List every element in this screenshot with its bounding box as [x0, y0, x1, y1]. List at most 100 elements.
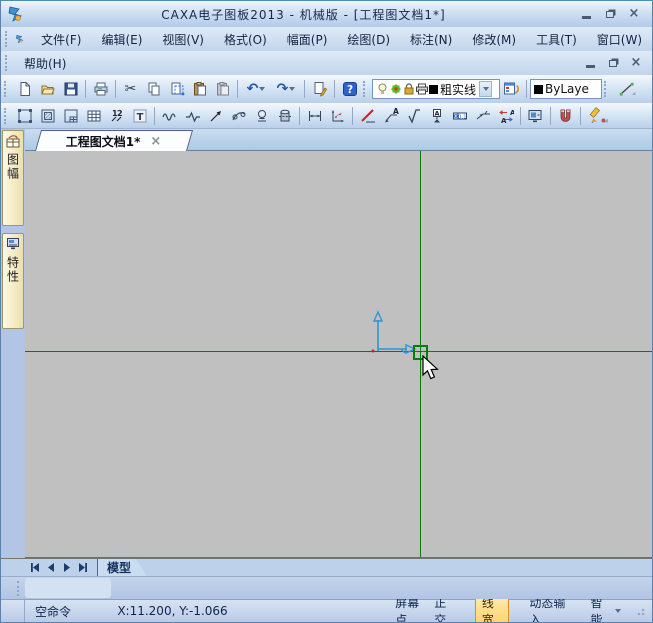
close-button[interactable]: ×: [626, 7, 642, 21]
command-input[interactable]: [25, 578, 111, 598]
prev-page-button[interactable]: [43, 560, 58, 575]
last-page-button[interactable]: [75, 560, 90, 575]
menu-dimension[interactable]: 标注(N): [400, 28, 462, 51]
sheet-tab-bar: 模型: [1, 558, 652, 576]
chamfer-dimension-button[interactable]: [356, 105, 379, 127]
command-bar-grip[interactable]: [17, 581, 19, 596]
print-button[interactable]: [89, 78, 112, 100]
snap-settings-button[interactable]: [554, 105, 577, 127]
first-page-icon: [30, 563, 40, 572]
serial-number-button[interactable]: 12: [105, 105, 128, 127]
layer-settings-button[interactable]: [500, 78, 523, 100]
first-page-button[interactable]: [27, 560, 42, 575]
tolerance-button[interactable]: 0.1: [448, 105, 471, 127]
sheet-toolbar-grip[interactable]: [4, 108, 8, 124]
color-combo[interactable]: ByLaye: [530, 79, 602, 99]
arrow-button[interactable]: [204, 105, 227, 127]
double-fold-line-button[interactable]: [181, 105, 204, 127]
selective-paste-button[interactable]: [211, 78, 234, 100]
layer-toolbar-grip[interactable]: [363, 81, 367, 97]
undo-button[interactable]: ↶: [241, 78, 271, 100]
menu-edit[interactable]: 编辑(E): [91, 28, 152, 51]
sidebar-tab-properties-label: 特性: [5, 256, 22, 284]
menu-file[interactable]: 文件(F): [31, 28, 91, 51]
open-file-icon: [40, 81, 56, 97]
redo-button[interactable]: ↷: [271, 78, 301, 100]
load-frame-button[interactable]: [36, 105, 59, 127]
last-page-icon: [78, 563, 88, 572]
layer-combo[interactable]: 粗实线: [372, 79, 500, 99]
leader-note-icon: A: [383, 108, 399, 124]
parameter-table-button[interactable]: [82, 105, 105, 127]
formula-curve-button[interactable]: [227, 105, 250, 127]
minimize-icon: [582, 16, 591, 19]
leader-note-button[interactable]: A: [379, 105, 402, 127]
menu-modify[interactable]: 修改(M): [462, 28, 526, 51]
command-bar[interactable]: [1, 576, 652, 599]
open-file-button[interactable]: [36, 78, 59, 100]
menu-draw[interactable]: 绘图(D): [337, 28, 400, 51]
mdi-minimize-button[interactable]: [582, 56, 598, 70]
style-manager-button[interactable]: [584, 105, 614, 127]
svg-text:2: 2: [117, 109, 123, 118]
wave-line-button[interactable]: [158, 105, 181, 127]
menubar-grip[interactable]: [5, 31, 8, 47]
minimize-button[interactable]: [578, 7, 594, 21]
gear-button[interactable]: [273, 105, 296, 127]
save-file-button[interactable]: [59, 78, 82, 100]
help-button[interactable]: ?: [338, 78, 361, 100]
layer-combo-dropdown[interactable]: [479, 81, 492, 97]
format-painter-button[interactable]: [308, 78, 331, 100]
paste-button[interactable]: [188, 78, 211, 100]
menu-help[interactable]: 帮助(H): [14, 52, 76, 75]
svg-text:A: A: [510, 109, 514, 117]
cut-button[interactable]: ✂: [119, 78, 142, 100]
sidebar-tab-sheet[interactable]: 图幅: [2, 130, 24, 226]
dimension-edit-button[interactable]: AA: [494, 105, 517, 127]
layer-settings-icon: [503, 81, 520, 97]
svg-text:?: ?: [346, 84, 352, 96]
restore-button[interactable]: [602, 7, 618, 21]
new-file-button[interactable]: [13, 78, 36, 100]
mdi-restore-button[interactable]: [605, 56, 621, 70]
document-tab[interactable]: 工程图文档1* ×: [35, 130, 193, 151]
menu-tools[interactable]: 工具(T): [526, 28, 587, 51]
model-tab[interactable]: 模型: [97, 559, 147, 577]
menubar2-grip[interactable]: [5, 55, 9, 71]
coordinate-dimension-button[interactable]: [326, 105, 349, 127]
undo-dropdown-icon[interactable]: [259, 87, 265, 91]
standard-toolbar-grip[interactable]: [4, 81, 8, 97]
copy-with-basepoint-button[interactable]: [165, 78, 188, 100]
dimension-button[interactable]: [303, 105, 326, 127]
menu-window[interactable]: 窗口(W): [587, 28, 652, 51]
next-page-button[interactable]: [59, 560, 74, 575]
hole-axis-button[interactable]: [250, 105, 273, 127]
drawing-canvas[interactable]: [25, 151, 652, 558]
smart-snap-dropdown-icon[interactable]: [615, 609, 621, 613]
arrow-icon: [208, 108, 224, 124]
roughness-icon: [406, 108, 422, 124]
roughness-button[interactable]: [402, 105, 425, 127]
title-block-button[interactable]: [59, 105, 82, 127]
copy-button[interactable]: [142, 78, 165, 100]
two-point-line-button[interactable]: [613, 78, 641, 100]
status-command: 空命令: [25, 603, 117, 620]
resize-grip-icon[interactable]: [637, 606, 646, 616]
menu-format[interactable]: 格式(O): [214, 28, 277, 51]
technical-requirements-button[interactable]: T: [128, 105, 151, 127]
weld-symbol-button[interactable]: [471, 105, 494, 127]
menu-sheet[interactable]: 幅面(P): [277, 28, 338, 51]
layer-color-swatch: [429, 85, 438, 94]
mdi-minimize-icon: [586, 65, 595, 68]
document-tab-close-icon[interactable]: ×: [151, 134, 162, 149]
mdi-close-button[interactable]: ×: [628, 56, 644, 70]
menu-view[interactable]: 视图(V): [152, 28, 214, 51]
sidebar-tab-properties[interactable]: 特性: [2, 233, 24, 329]
frame-settings-button[interactable]: [13, 105, 36, 127]
redo-dropdown-icon[interactable]: [289, 87, 295, 91]
menu-bar: 文件(F) 编辑(E) 视图(V) 格式(O) 幅面(P) 绘图(D) 标注(N…: [1, 27, 652, 51]
display-settings-button[interactable]: [524, 105, 547, 127]
weld-symbol-icon: [475, 108, 491, 124]
line-toolbar-grip[interactable]: [604, 81, 608, 97]
datum-symbol-button[interactable]: A: [425, 105, 448, 127]
